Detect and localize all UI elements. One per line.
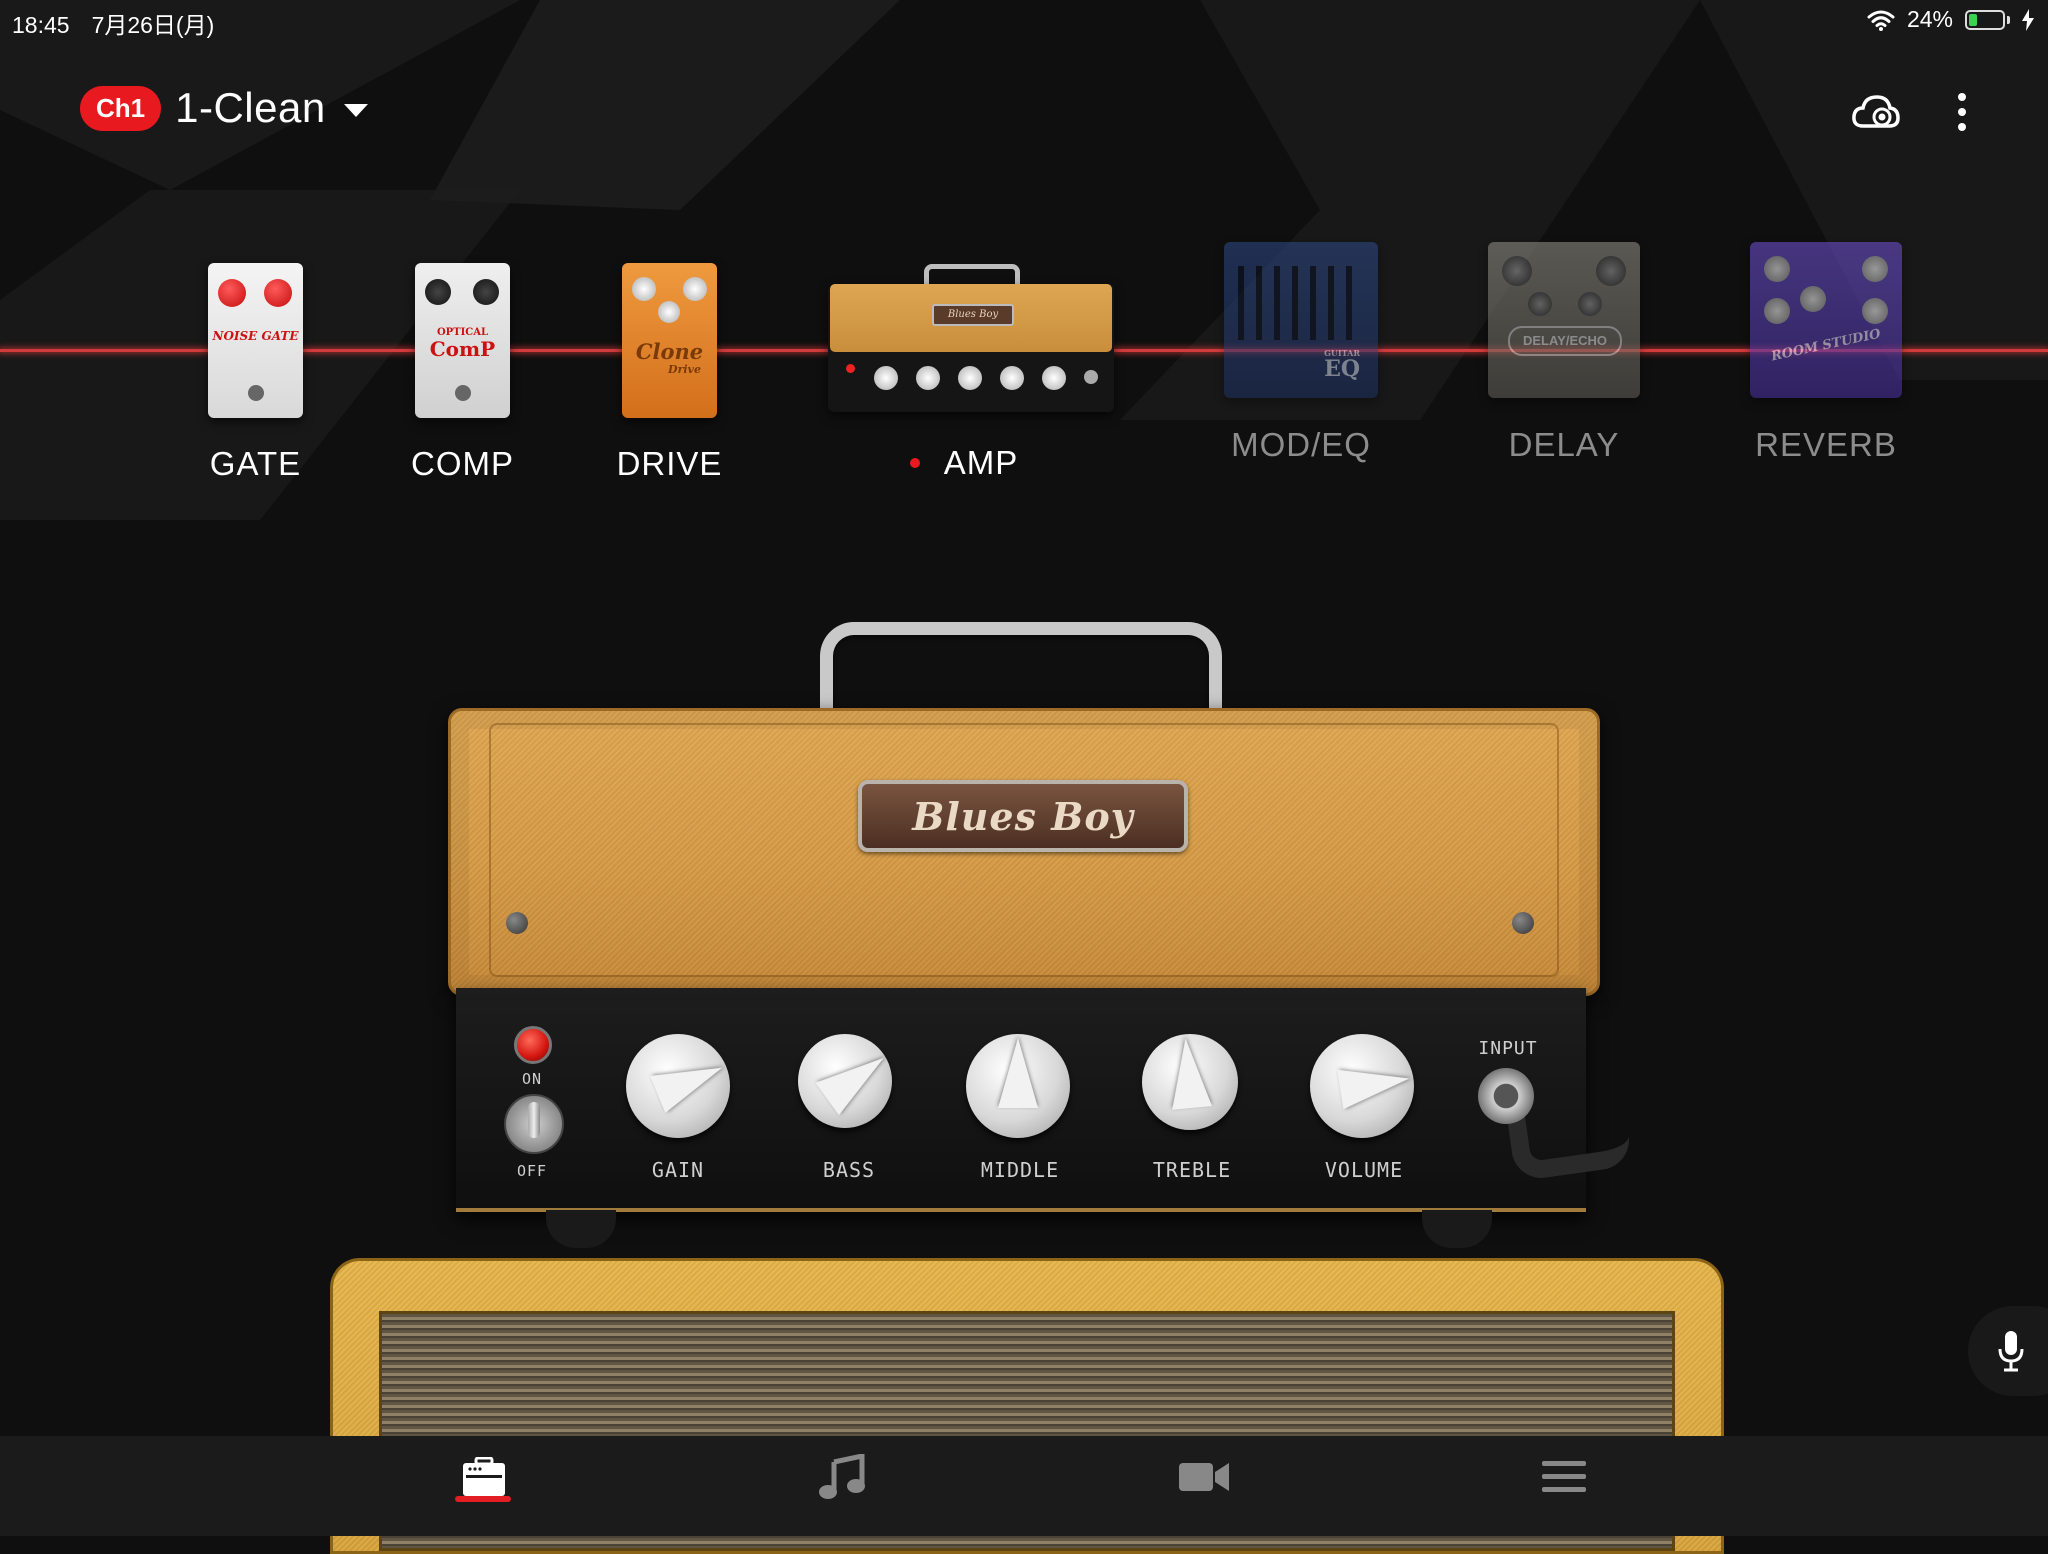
cloud-sync-icon [1852, 95, 1900, 128]
hamburger-menu-icon [1542, 1461, 1586, 1492]
amp-icon [463, 1457, 505, 1496]
fx-label-comp: COMP [411, 445, 514, 482]
fx-label-delay: DELAY [1508, 426, 1620, 463]
bass-knob[interactable] [798, 1034, 896, 1128]
bass-label: BASS [822, 1158, 876, 1182]
video-camera-icon [1179, 1463, 1229, 1491]
amp-handle [820, 622, 1222, 718]
gain-label: GAIN [651, 1158, 705, 1182]
status-time: 18:45 [12, 12, 70, 38]
fx-modeq[interactable]: EQ GUITAR MOD/EQ [1224, 242, 1378, 463]
fx-gate[interactable]: NOISE GATE GATE [208, 263, 303, 482]
amp-nameplate: Blues Boy [858, 780, 1188, 852]
screw-right [1512, 912, 1534, 934]
power-off-label: OFF [516, 1162, 548, 1180]
fx-reverb[interactable]: ROOM STUDIO REVERB [1750, 242, 1902, 463]
fx-label-modeq: MOD/EQ [1231, 426, 1371, 463]
volume-label: VOLUME [1324, 1158, 1404, 1182]
amp-name: Blues Boy [912, 793, 1134, 839]
status-bar-left: 18:45 7月26日(月) [12, 6, 214, 40]
treble-label: TREBLE [1152, 1158, 1232, 1182]
fx-label-amp: AMP [943, 444, 1019, 481]
noise-gate-pedal: NOISE GATE [208, 263, 303, 418]
mini-amp-plate: Blues Boy [932, 304, 1014, 326]
fx-amp[interactable]: Blues Boy AMP [828, 262, 1114, 481]
eq-pedal: EQ GUITAR [1224, 242, 1378, 398]
tab-music[interactable] [802, 1446, 882, 1508]
tab-video[interactable] [1164, 1446, 1244, 1508]
fx-label-reverb: REVERB [1755, 426, 1897, 463]
delay-pedal-text: DELAY/ECHO [1508, 326, 1622, 356]
charging-bolt-icon [2022, 8, 2034, 31]
drive-pedal-subtext: Drive [668, 363, 701, 376]
volume-knob[interactable] [1310, 1034, 1414, 1138]
reverb-pedal: ROOM STUDIO [1750, 242, 1902, 398]
tab-menu[interactable] [1524, 1446, 1604, 1508]
drive-pedal: Clone Drive [622, 263, 717, 418]
cloud-sync-button[interactable] [1850, 86, 1902, 138]
active-tab-indicator [455, 1496, 511, 1502]
fx-delay[interactable]: DELAY/ECHO DELAY [1488, 242, 1640, 463]
gain-knob[interactable] [626, 1034, 730, 1138]
status-date: 7月26日(月) [91, 12, 215, 38]
battery-icon [1965, 9, 2010, 30]
gate-pedal-text: NOISE GATE [212, 329, 299, 343]
drive-pedal-text: Clone [635, 339, 704, 364]
more-vertical-icon [1958, 93, 1966, 131]
input-jack[interactable] [1478, 1068, 1534, 1124]
power-toggle-switch[interactable] [504, 1094, 564, 1154]
microphone-button[interactable] [1968, 1306, 2048, 1396]
comp-pedal: OPTICAL ComP [415, 263, 510, 418]
bottom-tab-bar [0, 1436, 2048, 1536]
amp-head-cabinet [448, 708, 1600, 996]
treble-knob[interactable] [1142, 1034, 1238, 1130]
fx-label-gate: GATE [209, 445, 302, 482]
preset-header: Ch1 1-Clean [80, 84, 368, 132]
fx-comp[interactable]: OPTICAL ComP COMP [411, 263, 513, 482]
middle-label: MIDDLE [980, 1158, 1060, 1182]
battery-fill [1969, 13, 1977, 26]
fx-label-drive: DRIVE [616, 445, 723, 482]
power-led[interactable] [514, 1026, 552, 1064]
battery-percent: 24% [1906, 6, 1953, 32]
screw-left [506, 912, 528, 934]
middle-knob[interactable] [966, 1034, 1070, 1138]
preset-name[interactable]: 1-Clean [175, 84, 326, 132]
delay-pedal: DELAY/ECHO [1488, 242, 1640, 398]
comp-pedal-text: ComP [429, 337, 496, 361]
fx-drive[interactable]: Clone Drive DRIVE [617, 263, 721, 482]
wifi-icon [1867, 10, 1895, 31]
mini-amp: Blues Boy [828, 284, 1114, 412]
preset-dropdown-caret-icon[interactable] [343, 103, 368, 117]
status-bar-right: 24% [1867, 6, 2034, 33]
input-label: INPUT [1478, 1038, 1538, 1059]
more-options-button[interactable] [1936, 86, 1988, 138]
microphone-icon [1998, 1331, 2024, 1372]
eq-pedal-subtext: GUITAR [1324, 348, 1360, 358]
eq-pedal-text: EQ [1324, 356, 1360, 382]
reverb-pedal-text: ROOM STUDIO [1769, 326, 1883, 365]
music-note-icon [819, 1454, 865, 1499]
channel-badge[interactable]: Ch1 [80, 85, 162, 131]
power-on-label: ON [521, 1070, 543, 1088]
